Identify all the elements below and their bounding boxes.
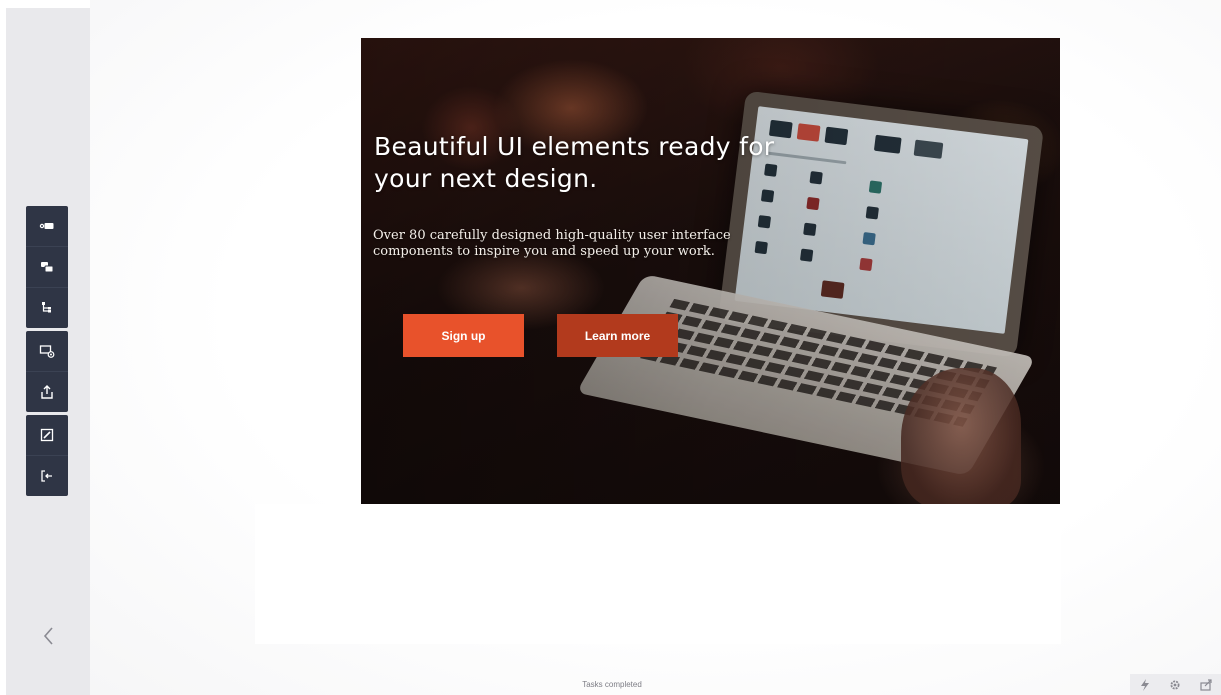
tool-group-2 — [26, 331, 68, 412]
exit-icon — [41, 470, 52, 482]
export-tool-button[interactable] — [26, 371, 68, 412]
canvas-empty-region — [255, 504, 1061, 644]
lightning-icon — [1141, 678, 1150, 691]
tool-group-3 — [26, 415, 68, 496]
edit-icon — [40, 428, 54, 442]
exit-tool-button[interactable] — [26, 455, 68, 496]
settings-button[interactable] — [1169, 679, 1181, 691]
preview-icon — [39, 345, 55, 358]
hero-subtitle: Over 80 carefully designed high-quality … — [373, 228, 731, 259]
hero-banner: Beautiful UI elements ready for your nex… — [361, 38, 1060, 504]
sign-up-button[interactable]: Sign up — [403, 314, 524, 357]
learn-more-button[interactable]: Learn more — [557, 314, 678, 357]
tool-group-1 — [26, 206, 68, 328]
hero-title: Beautiful UI elements ready for your nex… — [374, 132, 775, 193]
chevron-left-icon — [43, 627, 53, 645]
hierarchy-tool-button[interactable] — [26, 287, 68, 328]
edit-tool-button[interactable] — [26, 415, 68, 455]
tag-icon — [39, 223, 54, 229]
hierarchy-icon — [42, 302, 51, 313]
tool-palette — [26, 206, 68, 496]
footer-toolbar — [1130, 674, 1221, 695]
layers-icon — [41, 262, 54, 273]
status-text: Tasks completed — [582, 680, 642, 689]
share-button[interactable] — [1200, 678, 1212, 691]
share-icon — [1200, 678, 1212, 691]
settings-icon — [1170, 680, 1180, 689]
layers-tool-button[interactable] — [26, 246, 68, 287]
export-icon — [41, 385, 53, 399]
collapse-sidebar-button[interactable] — [38, 622, 58, 650]
preview-tool-button[interactable] — [26, 331, 68, 371]
tag-tool-button[interactable] — [26, 206, 68, 246]
lightning-button[interactable] — [1139, 678, 1151, 691]
